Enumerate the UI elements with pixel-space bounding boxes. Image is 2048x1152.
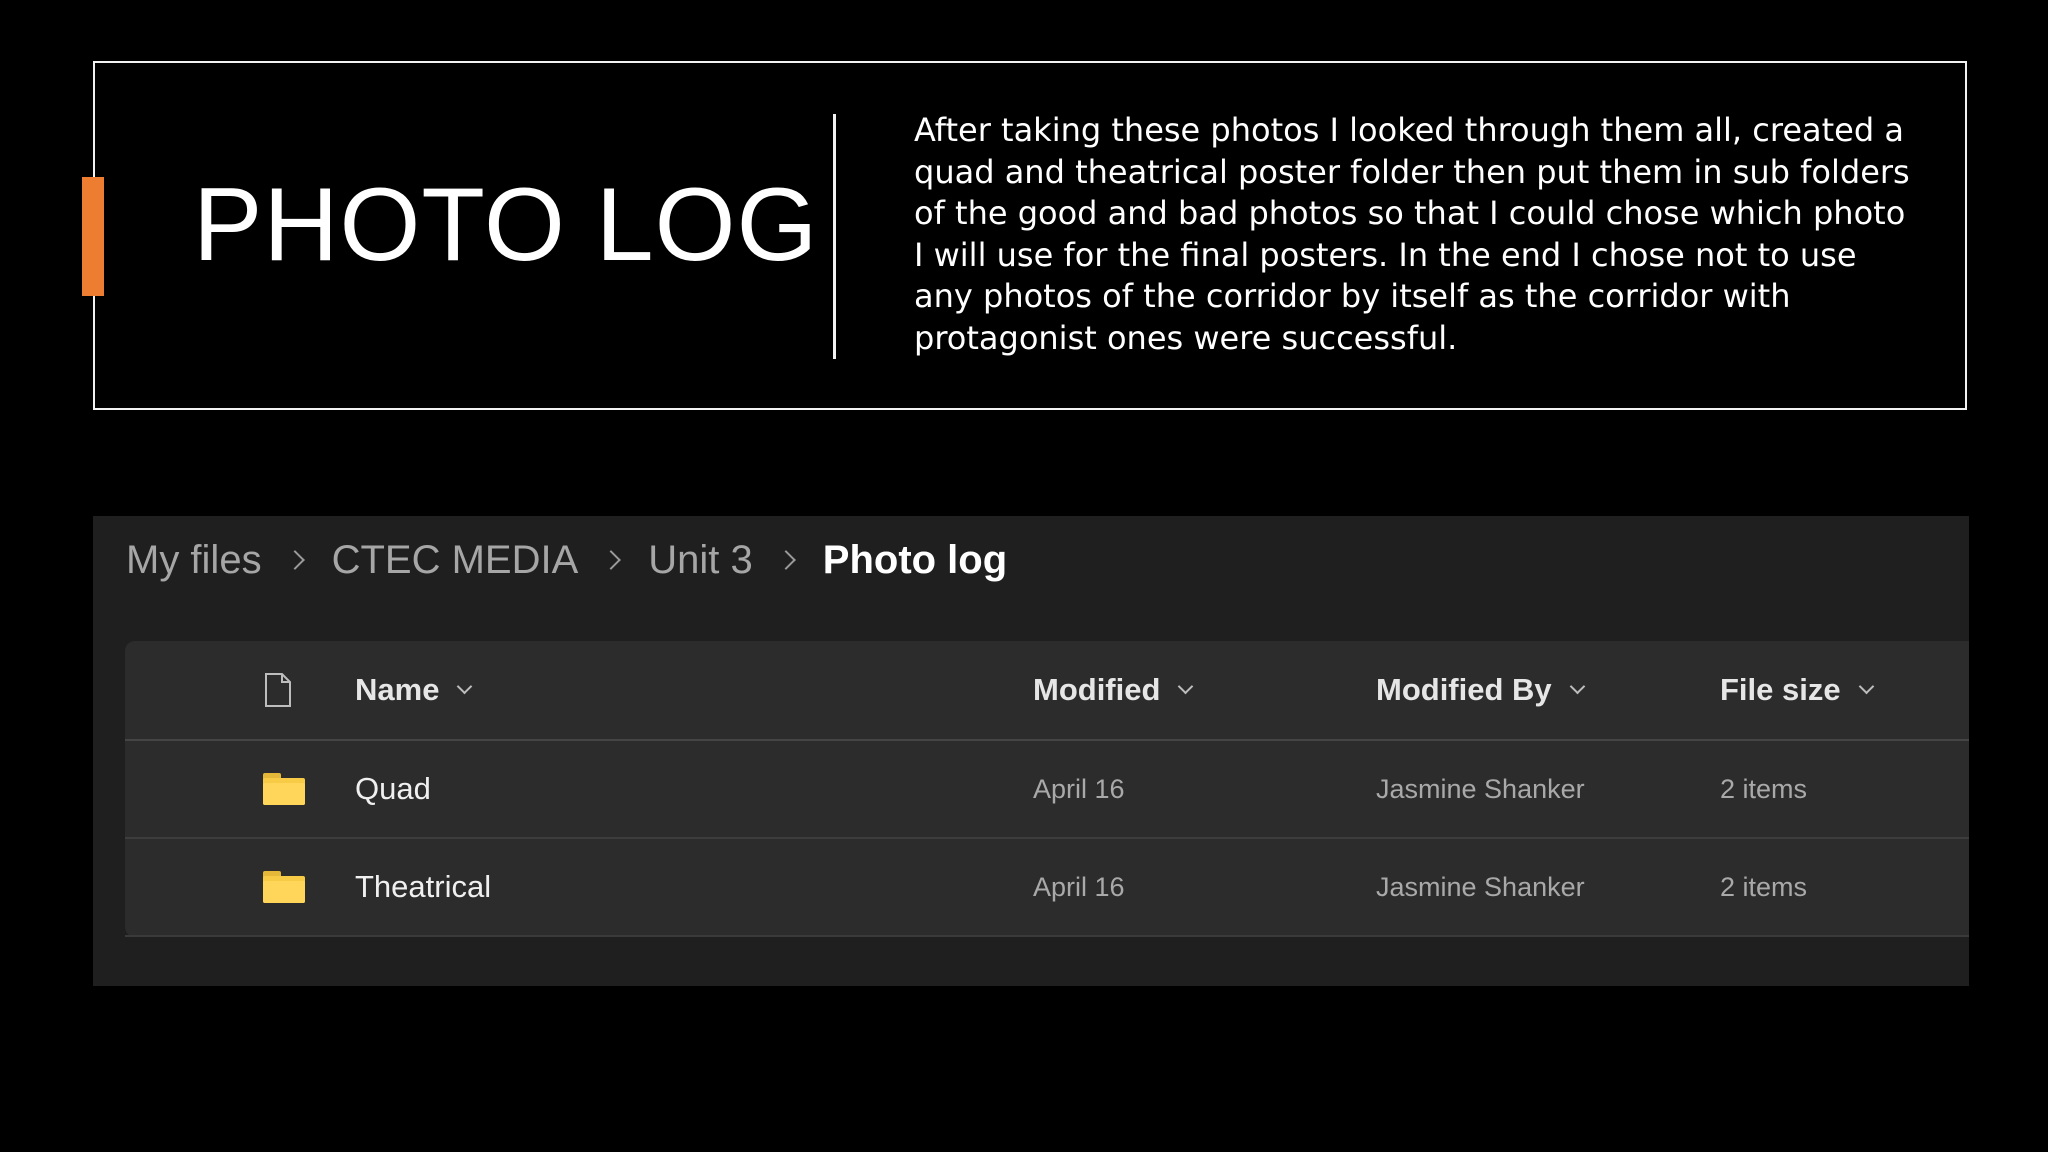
- breadcrumb-ctec-media[interactable]: CTEC MEDIA: [332, 538, 579, 583]
- row-name[interactable]: Theatrical: [355, 869, 491, 905]
- row-modified-by-cell: Jasmine Shanker: [1376, 839, 1585, 935]
- row-icon-cell: [263, 741, 305, 837]
- column-header-modified[interactable]: Modified: [1033, 641, 1194, 739]
- title-divider: [833, 114, 836, 359]
- chevron-down-icon: [1178, 678, 1194, 694]
- chevron-down-icon: [457, 678, 473, 694]
- slide: PHOTO LOG After taking these photos I lo…: [0, 0, 2048, 1152]
- file-icon: [265, 673, 291, 707]
- file-list: Name Modified Modified By File size Quad…: [125, 641, 1969, 937]
- file-type-header[interactable]: [263, 641, 293, 739]
- row-modified: April 16: [1033, 871, 1125, 902]
- folder-icon: [263, 871, 305, 903]
- table-row[interactable]: Theatrical April 16 Jasmine Shanker 2 it…: [125, 839, 1969, 937]
- slide-title: PHOTO LOG: [193, 167, 819, 283]
- row-modified-by-cell: Jasmine Shanker: [1376, 741, 1585, 837]
- chevron-down-icon: [1858, 678, 1874, 694]
- row-name-cell[interactable]: Quad: [355, 741, 431, 837]
- list-header: Name Modified Modified By File size: [125, 641, 1969, 741]
- row-icon-cell: [263, 839, 305, 935]
- breadcrumb-current: Photo log: [822, 537, 1008, 582]
- folder-icon: [263, 773, 305, 805]
- breadcrumb-unit-3[interactable]: Unit 3: [648, 538, 753, 583]
- row-modified-cell: April 16: [1033, 741, 1125, 837]
- slide-description: After taking these photos I looked throu…: [914, 111, 1910, 357]
- chevron-down-icon: [1569, 678, 1585, 694]
- file-explorer-screenshot: My files CTEC MEDIA Unit 3 Photo log Nam…: [93, 516, 1969, 986]
- table-row[interactable]: Quad April 16 Jasmine Shanker 2 items: [125, 741, 1969, 839]
- accent-bar: [82, 177, 104, 296]
- row-modified-cell: April 16: [1033, 839, 1125, 935]
- row-file-size: 2 items: [1720, 871, 1808, 902]
- breadcrumb: My files CTEC MEDIA Unit 3 Photo log: [126, 530, 1007, 590]
- row-modified: April 16: [1033, 773, 1125, 804]
- chevron-right-icon: [601, 550, 622, 570]
- row-file-size-cell: 2 items: [1720, 741, 1807, 837]
- row-modified-by: Jasmine Shanker: [1376, 773, 1585, 804]
- column-header-file-size-label: File size: [1720, 672, 1841, 707]
- row-file-size-cell: 2 items: [1720, 839, 1807, 935]
- column-header-modified-by[interactable]: Modified By: [1376, 641, 1585, 739]
- row-name[interactable]: Quad: [355, 771, 431, 807]
- breadcrumb-my-files[interactable]: My files: [126, 538, 262, 583]
- chevron-right-icon: [775, 550, 796, 570]
- column-header-name[interactable]: Name: [355, 641, 473, 739]
- column-header-modified-by-label: Modified By: [1376, 672, 1552, 707]
- column-header-name-label: Name: [355, 672, 440, 707]
- chevron-right-icon: [284, 550, 305, 570]
- row-name-cell[interactable]: Theatrical: [355, 839, 491, 935]
- column-header-file-size[interactable]: File size: [1720, 641, 1874, 739]
- row-file-size: 2 items: [1720, 773, 1808, 804]
- column-header-modified-label: Modified: [1033, 672, 1161, 707]
- row-modified-by: Jasmine Shanker: [1376, 871, 1585, 902]
